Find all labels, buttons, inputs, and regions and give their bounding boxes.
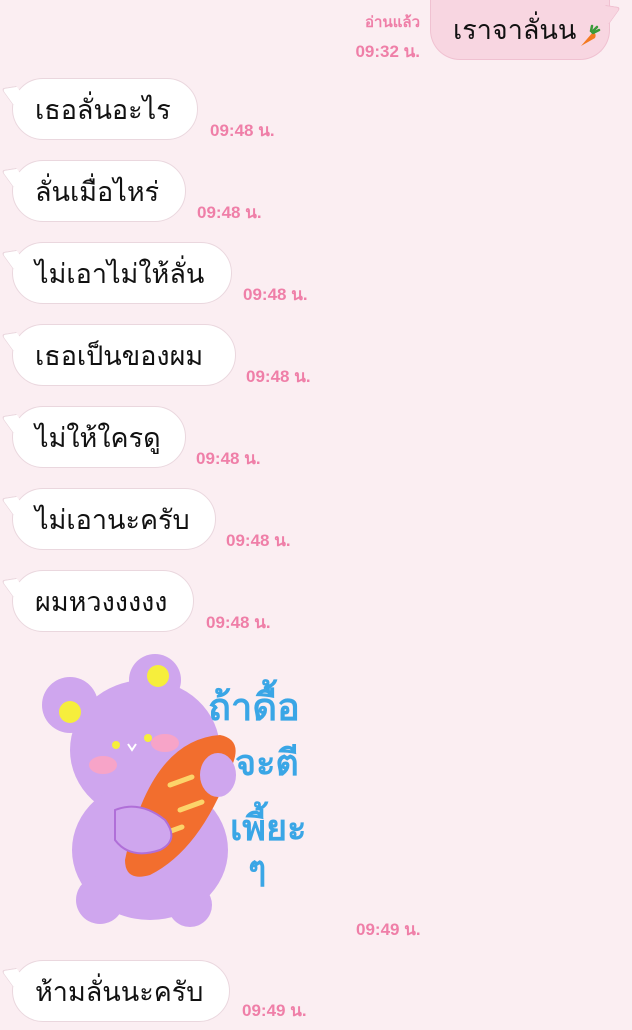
message-text: เธอลั่นอะไร: [35, 94, 171, 126]
read-receipt: อ่านแล้ว 09:32 น.: [330, 10, 420, 65]
incoming-message-bubble[interactable]: ไม่ให้ใครดู: [12, 406, 186, 468]
sticker-caption-line: ถ้าดื้อ: [208, 679, 300, 729]
message-time: 09:48 น.: [210, 121, 275, 140]
sticker-time: 09:49 น.: [356, 920, 421, 939]
message-text: เธอเป็นของผม: [35, 340, 204, 372]
incoming-message-bubble[interactable]: เธอเป็นของผม: [12, 324, 236, 386]
message-time: 09:48 น.: [196, 449, 261, 468]
message-text: ห้ามลั่นนะครับ: [35, 976, 204, 1008]
incoming-message-bubble[interactable]: เธอลั่นอะไร: [12, 78, 198, 140]
incoming-message-bubble[interactable]: ผมหวงงงงง: [12, 570, 194, 632]
sticker-caption-line: เพี้ยะ: [230, 801, 306, 849]
message-text: ไม่เอาไม่ให้ลั่น: [35, 258, 205, 290]
outgoing-message-bubble[interactable]: เราจาลั่นน: [430, 0, 610, 60]
purple-bear-baguette-sticker[interactable]: ถ้าดื้อ จะตี เพี้ยะ ๆ: [30, 650, 330, 940]
read-label: อ่านแล้ว: [365, 14, 420, 31]
message-text: ไม่ให้ใครดู: [35, 422, 161, 454]
message-time: 09:48 น.: [206, 613, 271, 632]
message-time: 09:48 น.: [226, 531, 291, 550]
incoming-message-bubble[interactable]: ลั่นเมื่อไหร่: [12, 160, 186, 222]
incoming-message-bubble[interactable]: ไม่เอานะครับ: [12, 488, 216, 550]
message-text: เราจาลั่นน: [453, 15, 577, 46]
message-text: ลั่นเมื่อไหร่: [35, 176, 160, 208]
incoming-message-bubble[interactable]: ห้ามลั่นนะครับ: [12, 960, 230, 1022]
sticker-caption-line: ๆ: [248, 849, 266, 889]
message-time: 09:49 น.: [242, 1001, 307, 1020]
message-time: 09:48 น.: [243, 285, 308, 304]
message-time: 09:48 น.: [197, 203, 262, 222]
message-time: 09:48 น.: [246, 367, 311, 386]
incoming-message-bubble[interactable]: ไม่เอาไม่ให้ลั่น: [12, 242, 232, 304]
message-text: ไม่เอานะครับ: [35, 504, 190, 536]
message-text: ผมหวงงงงง: [35, 586, 168, 618]
sticker-caption-line: จะตี: [235, 743, 299, 784]
message-time: 09:32 น.: [355, 42, 420, 61]
carrot-icon: [575, 24, 601, 57]
